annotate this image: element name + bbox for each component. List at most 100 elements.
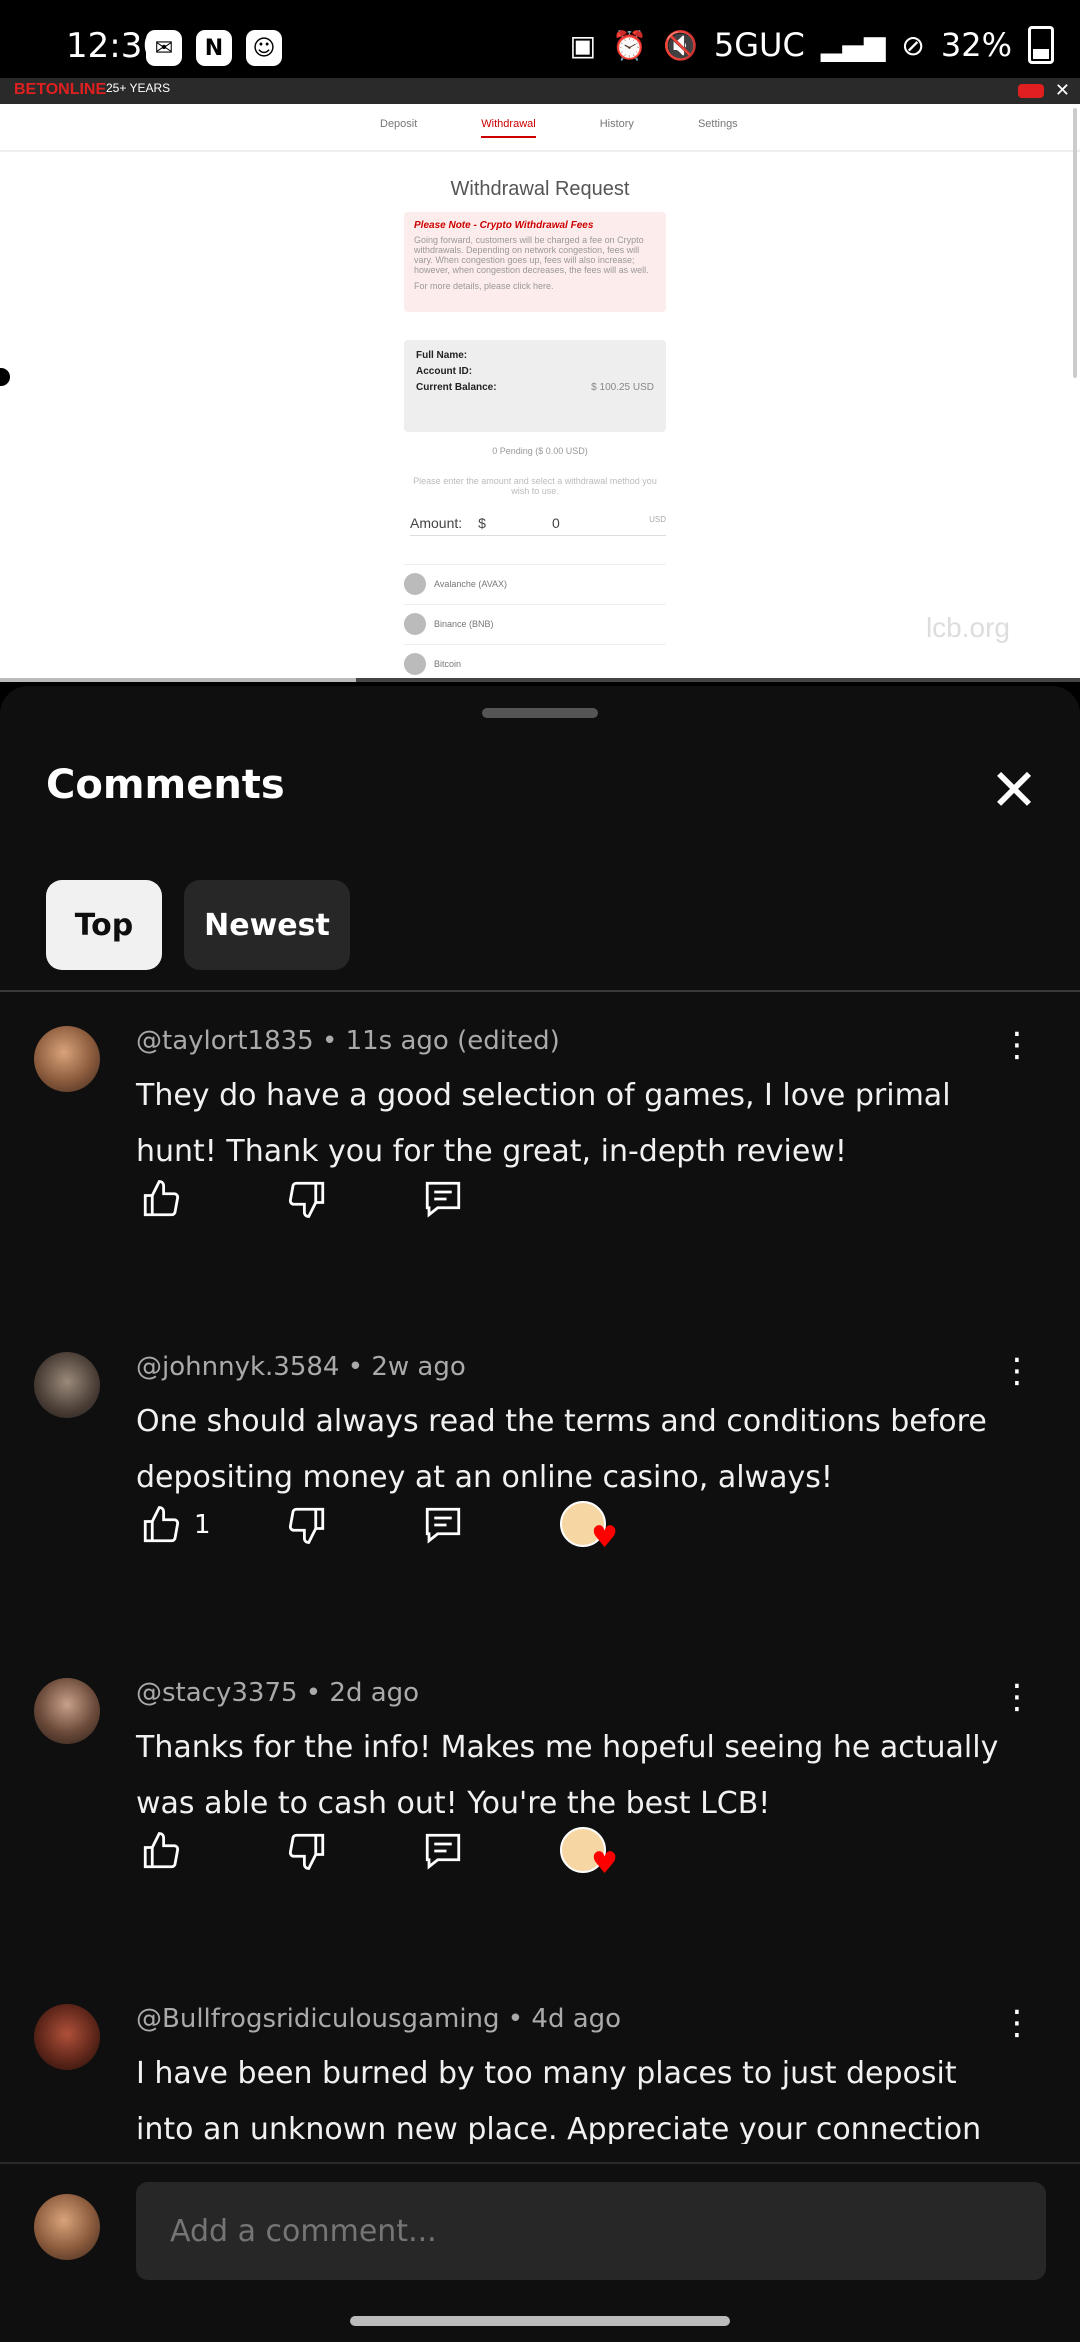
dislike-icon[interactable]	[282, 1174, 332, 1224]
mute-icon: 🔇	[663, 28, 698, 62]
comment-text: One should always read the terms and con…	[136, 1404, 987, 1495]
amount-unit: USD	[649, 515, 666, 524]
amount-label: Amount:	[410, 515, 463, 531]
binance-icon	[404, 613, 426, 635]
close-icon[interactable]: ✕	[984, 760, 1044, 820]
heart-icon: ♥	[591, 1520, 618, 1555]
comments-title: Comments	[46, 762, 285, 808]
comment-actions	[136, 1174, 468, 1224]
pending-text: 0 Pending ($ 0.00 USD)	[492, 446, 588, 456]
nfc-icon: ▣	[569, 28, 597, 62]
full-name-label: Full Name:	[416, 350, 468, 361]
account-info: Full Name: Account ID: Current Balance: $…	[404, 340, 666, 432]
avatar[interactable]	[34, 1352, 100, 1418]
fee-notice-body: Going forward, customers will be charged…	[414, 235, 649, 275]
comment-age: 11s ago (edited)	[345, 1026, 560, 1056]
battery-icon	[1028, 26, 1054, 64]
video-progress-fill	[0, 678, 357, 682]
fee-notice-link: For more details, please click here.	[414, 281, 554, 291]
cashier-tabs: Deposit Withdrawal History Settings	[380, 118, 738, 138]
comment-item: @Bullfrogsridiculousgaming • 4d ago ⋮ I …	[0, 2004, 1080, 2144]
comment-composer	[0, 2162, 1080, 2342]
comment-age: 4d ago	[531, 2004, 622, 2034]
sheet-divider	[0, 990, 1080, 992]
app-notification-icon: N	[196, 30, 232, 66]
avalanche-icon	[404, 573, 426, 595]
comment-actions: ♥	[136, 1826, 618, 1881]
comment-meta: @stacy3375 • 2d ago	[136, 1678, 420, 1708]
creator-heart-badge: ♥	[560, 1827, 618, 1881]
like-icon[interactable]	[136, 1500, 186, 1550]
video-progress-bar[interactable]	[0, 678, 1080, 682]
comment-text: I have been burned by too many places to…	[136, 2056, 982, 2144]
seek-dot[interactable]	[0, 368, 10, 386]
comment-handle[interactable]: @stacy3375	[136, 1678, 298, 1708]
dislike-icon[interactable]	[282, 1500, 332, 1550]
account-id-label: Account ID:	[416, 366, 473, 377]
balance-label: Current Balance:	[416, 382, 497, 393]
tab-settings: Settings	[697, 118, 738, 130]
comment-meta: @johnnyk.3584 • 2w ago	[136, 1352, 466, 1382]
comment-handle[interactable]: @taylort1835	[136, 1026, 314, 1056]
dislike-icon[interactable]	[282, 1826, 332, 1876]
amount-value: 0	[551, 515, 560, 531]
more-options-icon[interactable]: ⋮	[1000, 1028, 1034, 1062]
site-divider	[0, 150, 1080, 152]
site-header: BETONLINE 25+ YEARS ✕	[0, 78, 1080, 104]
filter-top-chip[interactable]: Top	[46, 880, 162, 970]
avatar[interactable]	[34, 2004, 100, 2070]
status-bar: 12:36 ✉ N ☺ ▣ ⏰ 🔇 5GUC ▂▄▆ ⊘ 32%	[0, 0, 1080, 78]
comment-actions: 1 ♥	[136, 1500, 618, 1555]
signal-icon: ▂▄▆	[820, 28, 886, 62]
avatar[interactable]	[34, 1026, 100, 1092]
method-bitcoin: Bitcoin	[404, 644, 666, 682]
like-icon[interactable]	[136, 1826, 186, 1876]
like-count: 1	[194, 1510, 211, 1540]
avatar[interactable]	[34, 1678, 100, 1744]
comment-handle[interactable]: @Bullfrogsridiculousgaming	[136, 2004, 500, 2034]
heart-icon: ♥	[591, 1846, 618, 1881]
site-scrollbar	[1073, 108, 1077, 378]
reply-icon[interactable]	[418, 1174, 468, 1224]
withdrawal-title: Withdrawal Request	[450, 178, 630, 200]
messenger-icon: ✉	[146, 30, 182, 66]
reply-icon[interactable]	[418, 1500, 468, 1550]
like-icon[interactable]	[136, 1174, 186, 1224]
alarm-icon: ⏰	[612, 28, 647, 62]
system-icons: ▣ ⏰ 🔇 5GUC ▂▄▆ ⊘ 32%	[570, 26, 1054, 64]
site-help-button	[1018, 84, 1044, 98]
comment-age: 2w ago	[371, 1352, 466, 1382]
comment-meta: @Bullfrogsridiculousgaming • 4d ago	[136, 2004, 622, 2034]
fee-notice: Please Note - Crypto Withdrawal Fees Goi…	[404, 212, 666, 312]
drag-handle[interactable]	[482, 708, 598, 718]
filter-newest-chip[interactable]: Newest	[184, 880, 350, 970]
more-options-icon[interactable]: ⋮	[1000, 2006, 1034, 2040]
dnd-icon: ⊘	[901, 28, 925, 62]
reply-icon[interactable]	[418, 1826, 468, 1876]
balance-value: $ 100.25 USD	[591, 382, 654, 393]
snapchat-icon: ☺	[246, 30, 282, 66]
video-player[interactable]: BETONLINE 25+ YEARS ✕ Deposit Withdrawal…	[0, 78, 1080, 682]
more-options-icon[interactable]: ⋮	[1000, 1680, 1034, 1714]
comment-handle[interactable]: @johnnyk.3584	[136, 1352, 339, 1382]
tab-withdrawal: Withdrawal	[481, 118, 536, 138]
tab-deposit: Deposit	[380, 118, 418, 130]
add-comment-input[interactable]	[136, 2182, 1046, 2280]
watermark: lcb.org	[925, 612, 1010, 643]
more-options-icon[interactable]: ⋮	[1000, 1354, 1034, 1388]
home-indicator[interactable]	[350, 2316, 730, 2326]
site-close-icon: ✕	[1054, 80, 1070, 101]
method-avalanche: Avalanche (AVAX)	[404, 564, 666, 603]
amount-prompt: Please enter the amount and select a wit…	[413, 476, 657, 496]
comment-text: They do have a good selection of games, …	[136, 1078, 951, 1169]
avatar	[34, 2194, 100, 2260]
comment-text: Thanks for the info! Makes me hopeful se…	[136, 1730, 999, 1821]
years-badge: 25+ YEARS	[106, 81, 171, 95]
network-label: 5GUC	[713, 26, 805, 64]
bitcoin-icon	[404, 653, 426, 675]
battery-percent: 32%	[940, 26, 1012, 64]
amount-row: Amount: $ 0 USD	[410, 515, 666, 536]
fee-notice-title: Please Note - Crypto Withdrawal Fees	[414, 220, 594, 231]
notification-icons: ✉ N ☺	[146, 30, 282, 66]
comment-meta: @taylort1835 • 11s ago (edited)	[136, 1026, 560, 1056]
